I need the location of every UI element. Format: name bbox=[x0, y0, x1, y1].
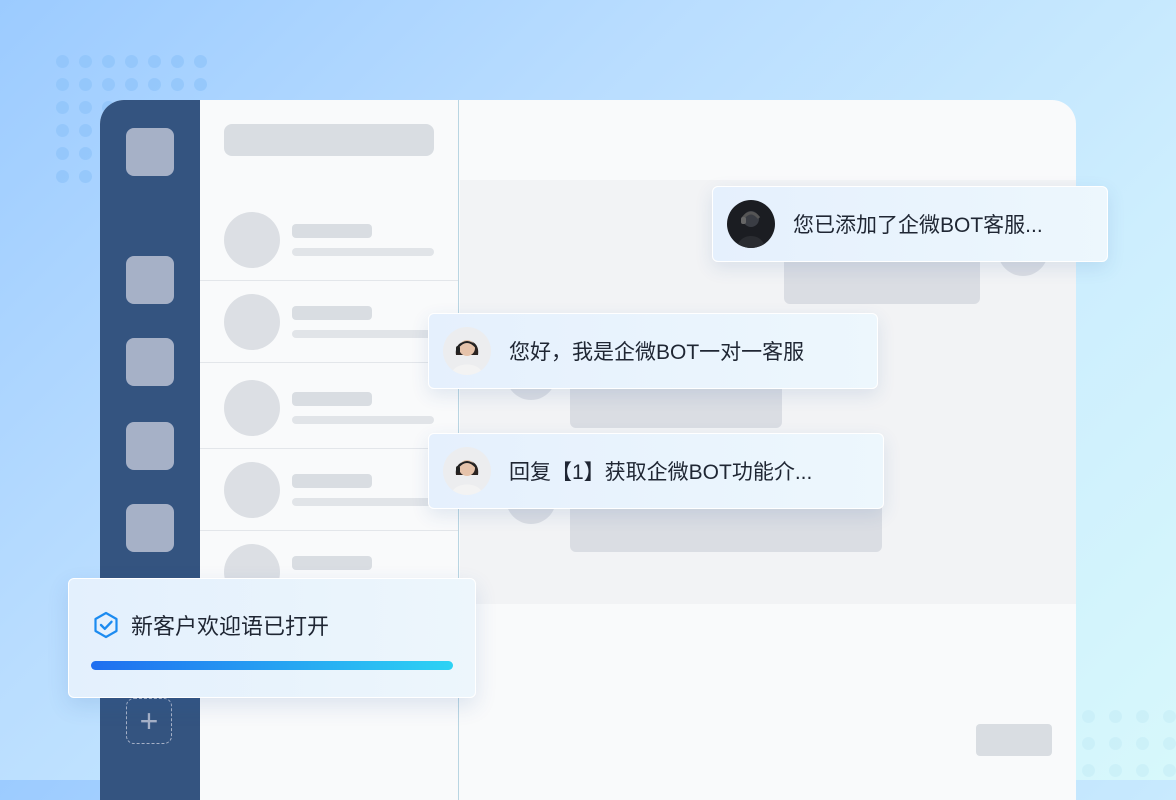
avatar bbox=[224, 212, 280, 268]
list-item[interactable] bbox=[200, 448, 458, 531]
dot bbox=[1136, 737, 1149, 750]
dot bbox=[79, 78, 92, 91]
dot bbox=[1109, 737, 1122, 750]
dot bbox=[1163, 737, 1176, 750]
dot bbox=[194, 78, 207, 91]
list-item[interactable] bbox=[200, 366, 458, 449]
sidebar-nav-item[interactable] bbox=[126, 422, 174, 470]
placeholder-line bbox=[292, 498, 434, 506]
dot bbox=[56, 170, 69, 183]
plus-icon: + bbox=[139, 703, 159, 739]
dot bbox=[125, 78, 138, 91]
placeholder-line bbox=[292, 556, 372, 570]
progress-bar bbox=[91, 661, 453, 670]
message-text: 您好，我是企微BOT一对一客服 bbox=[509, 341, 805, 364]
dot bbox=[1136, 764, 1149, 777]
placeholder-line bbox=[292, 330, 434, 338]
chat-bubble-reply-hint: 回复【1】获取企微BOT功能介... bbox=[428, 433, 884, 509]
dot bbox=[56, 147, 69, 160]
placeholder-line bbox=[292, 392, 372, 406]
dot bbox=[1082, 737, 1095, 750]
dot bbox=[1082, 710, 1095, 723]
avatar bbox=[224, 380, 280, 436]
progress-fill bbox=[91, 661, 453, 670]
placeholder-line bbox=[292, 224, 372, 238]
list-item[interactable] bbox=[200, 198, 458, 281]
dot bbox=[56, 78, 69, 91]
dot bbox=[79, 55, 92, 68]
chat-bubble-greeting: 您好，我是企微BOT一对一客服 bbox=[428, 313, 878, 389]
dot bbox=[79, 147, 92, 160]
dot bbox=[1082, 764, 1095, 777]
dot bbox=[1136, 710, 1149, 723]
search-placeholder[interactable] bbox=[224, 124, 434, 156]
dot bbox=[171, 55, 184, 68]
dot bbox=[125, 55, 138, 68]
dot bbox=[148, 78, 161, 91]
agent-avatar-female bbox=[443, 447, 491, 495]
dot bbox=[79, 124, 92, 137]
chat-bubble-welcome: 您已添加了企微BOT客服... bbox=[712, 186, 1108, 262]
dot bbox=[1163, 710, 1176, 723]
shield-check-icon bbox=[94, 611, 118, 639]
sidebar-nav-item[interactable] bbox=[126, 504, 174, 552]
placeholder-line bbox=[292, 416, 434, 424]
message-text: 您已添加了企微BOT客服... bbox=[793, 214, 1043, 237]
placeholder-line bbox=[292, 306, 372, 320]
avatar bbox=[224, 462, 280, 518]
status-toast: 新客户欢迎语已打开 bbox=[68, 578, 476, 698]
sidebar-nav-item[interactable] bbox=[126, 338, 174, 386]
toast-message: 新客户欢迎语已打开 bbox=[131, 614, 330, 639]
dot bbox=[79, 170, 92, 183]
app-logo-placeholder bbox=[126, 128, 174, 176]
message-text: 回复【1】获取企微BOT功能介... bbox=[509, 461, 813, 484]
dot bbox=[1109, 710, 1122, 723]
agent-avatar-male bbox=[727, 200, 775, 248]
dot bbox=[1163, 764, 1176, 777]
agent-avatar-female bbox=[443, 327, 491, 375]
placeholder-line bbox=[292, 248, 434, 256]
dot bbox=[148, 55, 161, 68]
add-button[interactable]: + bbox=[126, 698, 172, 744]
dot bbox=[56, 124, 69, 137]
dot bbox=[171, 78, 184, 91]
sidebar-nav-item[interactable] bbox=[126, 256, 174, 304]
dot bbox=[194, 55, 207, 68]
placeholder-line bbox=[292, 474, 372, 488]
send-button[interactable] bbox=[976, 724, 1052, 756]
list-item[interactable] bbox=[200, 280, 458, 363]
decorative-dots bbox=[1082, 710, 1176, 777]
dot bbox=[102, 55, 115, 68]
dot bbox=[79, 101, 92, 114]
dot bbox=[56, 101, 69, 114]
avatar bbox=[224, 294, 280, 350]
dot bbox=[102, 78, 115, 91]
dot bbox=[56, 55, 69, 68]
dot bbox=[1109, 764, 1122, 777]
